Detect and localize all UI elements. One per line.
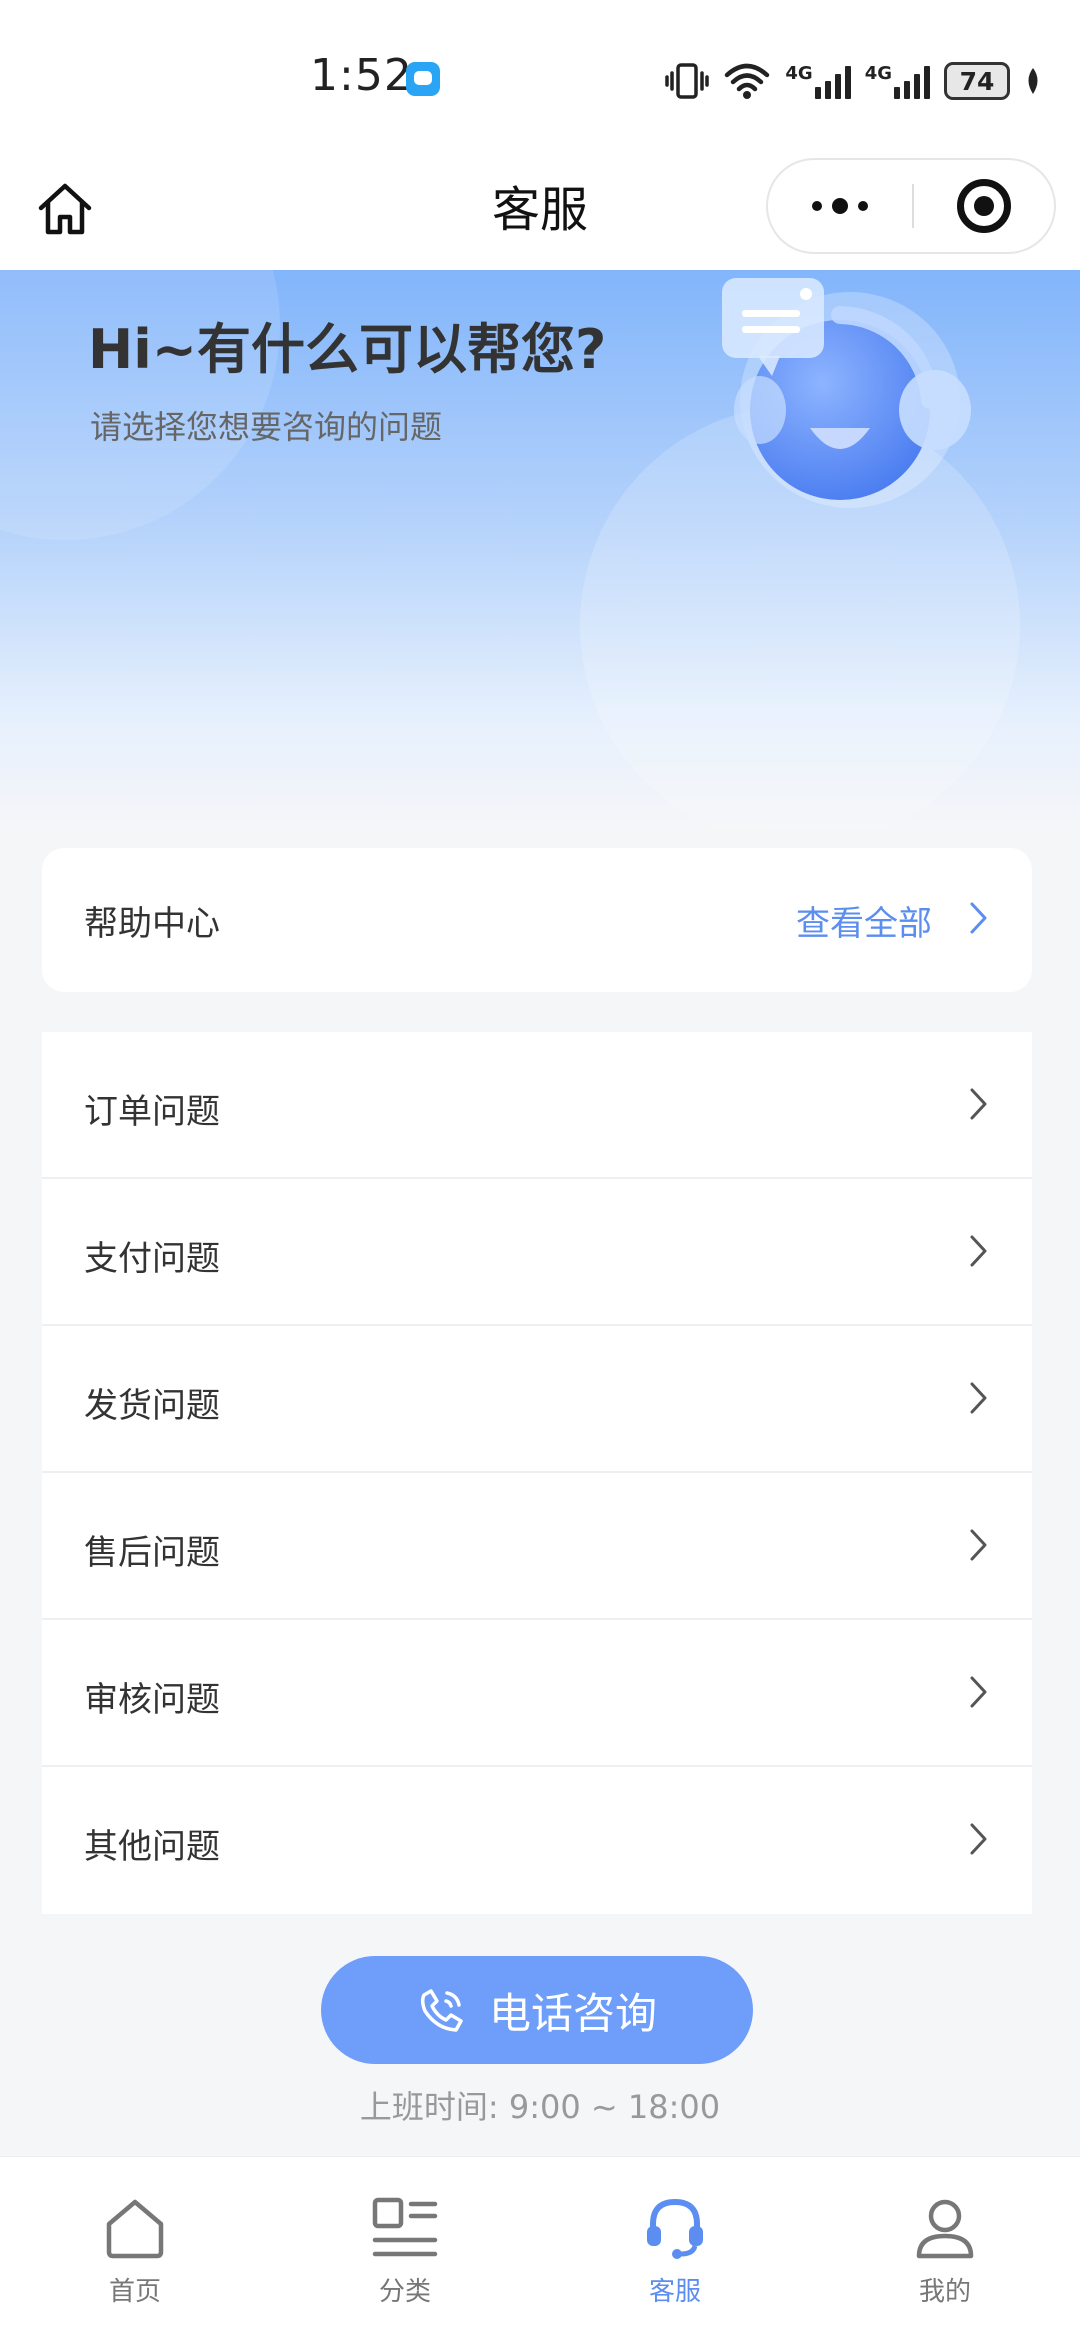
chevron-right-icon <box>970 1676 987 1708</box>
status-bar: 1:52 4G 4G 74 <box>0 0 1080 160</box>
battery-level: 74 <box>959 66 995 96</box>
mini-program-capsule <box>766 158 1056 254</box>
work-hours-text: 上班时间: 9:00 ~ 18:00 <box>359 2088 721 2126</box>
question-item-order[interactable]: 订单问题 <box>42 1032 1032 1179</box>
customer-service-mascot-icon <box>722 278 971 508</box>
network-type-2: 4G <box>864 63 892 84</box>
phone-consult-label: 电话咨询 <box>488 1988 657 2038</box>
signal-icon-1: 4G <box>785 63 851 99</box>
more-button[interactable] <box>768 160 912 252</box>
status-time: 1:52 <box>310 50 413 101</box>
question-label: 审核问题 <box>84 1680 220 1720</box>
tab-category[interactable]: 分类 <box>270 2157 540 2340</box>
tab-label: 我的 <box>918 2277 971 2307</box>
more-dot <box>832 198 848 214</box>
home-icon <box>106 2199 164 2259</box>
question-item-shipping[interactable]: 发货问题 <box>42 1326 1032 1473</box>
chevron-right-icon <box>970 1529 987 1561</box>
network-type-1: 4G <box>785 63 813 84</box>
phone-consult-button[interactable]: 电话咨询 <box>321 1956 753 2064</box>
chevron-right-icon <box>970 1823 987 1855</box>
target-icon <box>957 179 1011 233</box>
more-dot <box>858 201 868 211</box>
question-item-payment[interactable]: 支付问题 <box>42 1179 1032 1326</box>
help-center-card[interactable]: 帮助中心 查看全部 <box>42 848 1032 992</box>
question-item-review[interactable]: 审核问题 <box>42 1620 1032 1767</box>
headset-icon <box>647 2198 703 2259</box>
chevron-right-icon <box>970 902 987 934</box>
question-list: 订单问题 支付问题 发货问题 售后问题 审核问题 其他问题 <box>42 1032 1032 1914</box>
leaf-icon <box>1028 68 1038 94</box>
question-label: 支付问题 <box>84 1239 220 1279</box>
bottom-tab-bar: 首页 分类 客服 我的 <box>0 2156 1080 2340</box>
tab-label: 分类 <box>378 2277 431 2307</box>
hero-title: Hi~有什么可以帮您? <box>88 318 607 381</box>
tab-label: 客服 <box>648 2277 701 2307</box>
phone-icon <box>420 1989 463 2032</box>
message-notification-icon <box>406 62 440 96</box>
signal-icon-2: 4G <box>865 63 930 99</box>
tab-customer-service[interactable]: 客服 <box>540 2157 810 2340</box>
chevron-right-icon <box>970 1382 987 1414</box>
nav-bar: 客服 <box>0 140 1080 270</box>
tab-home[interactable]: 首页 <box>0 2157 270 2340</box>
vibrate-icon <box>665 63 710 99</box>
question-label: 订单问题 <box>84 1092 220 1132</box>
category-icon <box>372 2197 438 2257</box>
status-icons: 4G 4G 74 <box>665 58 1042 104</box>
question-label: 售后问题 <box>84 1533 220 1573</box>
view-all-link[interactable]: 查看全部 <box>796 896 932 945</box>
tab-profile[interactable]: 我的 <box>810 2157 1080 2340</box>
question-label: 其他问题 <box>84 1827 220 1867</box>
chevron-right-icon <box>970 1235 987 1267</box>
wifi-icon <box>725 63 770 99</box>
question-item-after-sales[interactable]: 售后问题 <box>42 1473 1032 1620</box>
more-dot <box>812 201 822 211</box>
help-center-title: 帮助中心 <box>84 904 220 944</box>
profile-icon <box>916 2199 974 2259</box>
question-label: 发货问题 <box>84 1386 220 1426</box>
hero-subtitle: 请选择您想要咨询的问题 <box>90 408 443 446</box>
chevron-right-icon <box>970 1088 987 1120</box>
battery-icon: 74 <box>944 62 1010 100</box>
tab-label: 首页 <box>108 2277 161 2307</box>
question-item-other[interactable]: 其他问题 <box>42 1767 1032 1914</box>
hero-banner: Hi~有什么可以帮您? 请选择您想要咨询的问题 <box>0 270 1080 830</box>
close-mini-program-button[interactable] <box>914 160 1054 252</box>
